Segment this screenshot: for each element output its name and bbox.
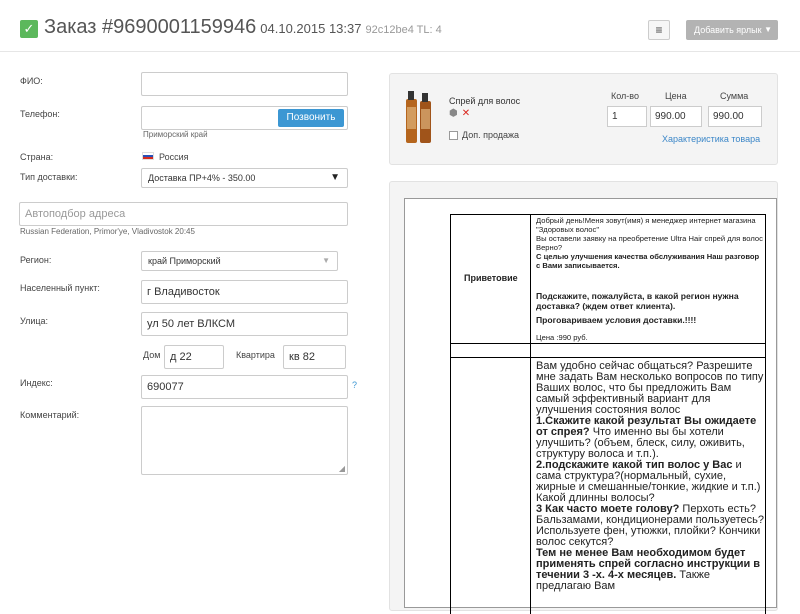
- chevron-down-icon: ▼: [322, 256, 330, 265]
- delete-icon[interactable]: ✕: [462, 108, 470, 119]
- street-field[interactable]: ул 50 лет ВЛКСМ: [141, 312, 348, 336]
- chevron-down-icon: ▼: [330, 172, 340, 183]
- product-name: Спрей для волос: [449, 96, 521, 106]
- country-value: Россия: [159, 152, 189, 162]
- greeting-delivery-terms: Проговариваем условия доставки.!!!!: [536, 315, 697, 325]
- qty-input[interactable]: 1: [607, 106, 647, 127]
- chevron-down-icon: ▼: [764, 25, 772, 34]
- delivery-select[interactable]: Доставка ПР+4% - 350.00 ▼: [141, 168, 348, 188]
- comment-label: Комментарий:: [20, 410, 80, 420]
- phone-region-hint: Приморский край: [143, 130, 208, 139]
- comment-textarea[interactable]: ◢: [141, 406, 348, 475]
- table-border-middle: [530, 214, 531, 614]
- outro-title: Тем не менее Вам необходимом будет приме…: [536, 547, 761, 581]
- table-row-divider: [450, 343, 766, 344]
- index-help-icon[interactable]: ?: [352, 380, 357, 390]
- greeting-line: Добрый день!Меня зовут(имя) я менеджер и…: [536, 216, 756, 234]
- region-label: Регион:: [20, 255, 52, 265]
- table-border-left: [450, 214, 451, 614]
- street-label: Улица:: [20, 316, 49, 326]
- greeting-record-notice: С целью улучшения качества обслуживания …: [536, 252, 760, 270]
- questions-intro: Вам удобно сейчас общаться? Разрешите мн…: [536, 360, 764, 416]
- order-header: ✓ Заказ #9690001159946 04.10.2015 13:37 92…: [0, 0, 800, 52]
- country-label: Страна:: [20, 152, 54, 162]
- index-label: Индекс:: [20, 378, 53, 388]
- greeting-cell-label: Приветовие: [464, 273, 518, 283]
- qty-header: Кол-во: [611, 91, 639, 101]
- price-input[interactable]: 990.00: [650, 106, 702, 127]
- index-field[interactable]: 690077: [141, 375, 348, 399]
- call-button[interactable]: Позвонить: [278, 109, 344, 127]
- greeting-line: Верно?: [536, 243, 563, 252]
- house-label: Дом: [143, 350, 161, 360]
- sum-value: 990.00: [708, 106, 762, 127]
- city-field[interactable]: г Владивосток: [141, 280, 348, 304]
- list-icon[interactable]: ≡: [648, 20, 670, 40]
- greeting-line: Вы оставели заявку на преобретение Ultra…: [536, 234, 763, 243]
- cube-icon[interactable]: ⬢: [449, 108, 458, 119]
- product-actions: ⬢ ✕: [449, 108, 470, 119]
- add-label-button-label: Добавить ярлык: [694, 25, 762, 35]
- fio-field[interactable]: [141, 72, 348, 96]
- phone-label: Телефон:: [20, 109, 60, 119]
- extra-sale-label: Доп. продажа: [462, 130, 520, 140]
- sum-header: Сумма: [720, 91, 749, 101]
- delivery-label: Тип доставки:: [20, 172, 78, 182]
- flat-label: Квартира: [236, 350, 275, 360]
- address-hint: Russian Federation, Primor'ye, Vladivost…: [20, 227, 195, 236]
- product-details-link[interactable]: Характеристика товара: [662, 134, 760, 144]
- resize-grip-icon[interactable]: ◢: [339, 464, 345, 473]
- check-icon[interactable]: ✓: [20, 20, 38, 38]
- region-value: край Приморский: [148, 256, 221, 266]
- fio-label: ФИО:: [20, 76, 43, 86]
- address-autocomplete-input[interactable]: Автоподбор адреса: [19, 202, 348, 226]
- product-image: [406, 91, 431, 143]
- order-datetime: 04.10.2015 13:37: [260, 21, 362, 36]
- delivery-value: Доставка ПР+4% - 350.00: [148, 173, 256, 183]
- extra-sale-checkbox[interactable]: [449, 131, 458, 140]
- region-select[interactable]: край Приморский ▼: [141, 251, 338, 271]
- greeting-text: Добрый день!Меня зовут(имя) я менеджер и…: [536, 216, 764, 270]
- order-number: Заказ #9690001159946: [44, 16, 257, 38]
- house-field[interactable]: д 22: [164, 345, 224, 369]
- greeting-region-question: Подскажите, пожалуйста, в какой регион н…: [536, 291, 739, 311]
- table-row-divider: [450, 357, 766, 358]
- table-border-top: [450, 214, 766, 215]
- table-border-right: [765, 214, 766, 614]
- questions-text: Вам удобно сейчас общаться? Разрешите мн…: [536, 361, 764, 592]
- russia-flag-icon: [142, 152, 154, 160]
- city-label: Населенный пункт:: [20, 283, 100, 293]
- flat-field[interactable]: кв 82: [283, 345, 346, 369]
- price-header: Цена: [665, 91, 687, 101]
- order-title: Заказ #9690001159946 04.10.2015 13:37 92c1…: [44, 16, 442, 39]
- add-label-button[interactable]: Добавить ярлык ▼: [686, 20, 778, 40]
- greeting-price: Цена :990 руб.: [536, 333, 588, 342]
- order-hash: 92c12be4 TL: 4: [365, 24, 442, 36]
